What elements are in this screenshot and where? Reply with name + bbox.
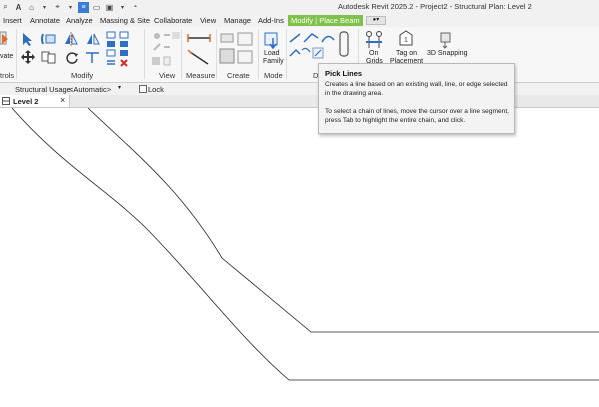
dropdown-icon-2[interactable]: ▾ [65,2,76,13]
mode-panel-title: Mode [264,71,283,80]
controls-panel-title: trols [0,71,15,80]
zoom-icon[interactable]: ⌕ [0,2,11,13]
rotate-icon[interactable] [63,49,81,65]
tooltip-title: Pick Lines [325,69,363,78]
switch-windows-icon[interactable]: ▣ [104,2,115,13]
view-tools[interactable] [150,31,184,69]
customize-qat-icon[interactable]: ⩡ [130,2,141,13]
drawing-canvas[interactable] [0,108,599,407]
structural-usage-label: Structural Usage: [15,85,73,94]
tooltip-pick-lines: Pick Lines Creates a line based on an ex… [318,63,515,134]
tab-analyze[interactable]: Analyze [64,15,95,26]
quick-access-toolbar: ⌕ A ⌂ ▾ ⌖ ▾ ≡ ▭ ▣ ▾ ⩡ [0,1,141,13]
lock-label: Lock [148,85,164,94]
ribbon-tabs: Insert Annotate Analyze Massing & Site C… [0,14,599,28]
load-family-label-2[interactable]: Family [263,58,284,66]
create-panel-title: Create [227,71,250,80]
copy-icon[interactable] [40,49,60,65]
create-tools[interactable] [218,31,258,71]
on-grids-label-1[interactable]: On [369,50,378,58]
3d-snapping-icon[interactable] [436,30,456,50]
tooltip-description: Creates a line based on an existing wall… [325,81,508,97]
3d-snapping-label[interactable]: 3D Snapping [427,50,467,58]
modify-panel-title: Modify [71,71,94,80]
tab-massing-site[interactable]: Massing & Site [98,15,152,26]
mirror-draw-icon[interactable] [84,31,102,47]
view-tab-label: Level 2 [13,97,39,106]
chevron-down-icon[interactable]: ▾ [118,84,121,91]
contextual-dropdown-icon[interactable]: ●▾ [366,16,386,25]
beam-line-lower[interactable] [11,108,599,381]
floor-plan-icon [2,97,10,105]
close-icon[interactable]: × [60,95,65,105]
mirror-pick-icon[interactable] [62,31,80,47]
tab-manage[interactable]: Manage [222,15,253,26]
dropdown-icon-3[interactable]: ▾ [117,2,128,13]
tab-collaborate[interactable]: Collaborate [152,15,194,26]
tab-modify-place-beam[interactable]: Modify | Place Beam [288,15,363,26]
tooltip-hint: To select a chain of lines, move the cur… [325,108,509,124]
measure-tools[interactable] [186,32,214,68]
on-grids-icon[interactable] [364,30,384,50]
trim-extend-icon[interactable] [84,49,102,65]
align-icon[interactable] [40,31,60,47]
tab-add-ins[interactable]: Add-Ins [256,15,286,26]
svg-text:1: 1 [404,37,408,44]
view-tab-level-2[interactable]: Level 2 × [0,95,70,107]
tag-on-placement-label-1[interactable]: Tag on [396,50,417,58]
view-panel-title: View [159,71,176,80]
thin-lines-icon[interactable]: ≡ [78,1,89,13]
tab-annotate[interactable]: Annotate [28,15,62,26]
beam-line-upper[interactable] [87,108,599,333]
load-family-icon[interactable] [263,30,283,50]
activate-icon[interactable] [0,30,10,48]
move-icon[interactable] [20,49,36,65]
activate-label: vate [0,53,14,60]
modify-small-tools[interactable] [106,31,136,77]
window-title: Autodesk Revit 2025.2 - Project2 - Struc… [338,2,532,11]
pin-icon[interactable]: ⌖ [52,2,63,13]
dropdown-icon[interactable]: ▾ [39,2,50,13]
tag-on-placement-icon[interactable]: 1 [396,30,416,50]
structural-usage-select[interactable]: <Automatic> [69,85,111,94]
measure-panel-title: Measure [186,71,216,80]
home-icon[interactable]: ⌂ [26,2,37,13]
title-bar: ⌕ A ⌂ ▾ ⌖ ▾ ≡ ▭ ▣ ▾ ⩡ Autodesk Revit 202… [0,0,599,14]
modify-select-icon[interactable] [20,31,36,47]
close-windows-icon[interactable]: ▭ [91,2,102,13]
load-family-label-1[interactable]: Load [264,50,280,58]
text-icon[interactable]: A [13,2,24,13]
tab-view[interactable]: View [198,15,218,26]
lock-checkbox[interactable] [139,85,147,93]
tab-insert[interactable]: Insert [1,15,24,26]
